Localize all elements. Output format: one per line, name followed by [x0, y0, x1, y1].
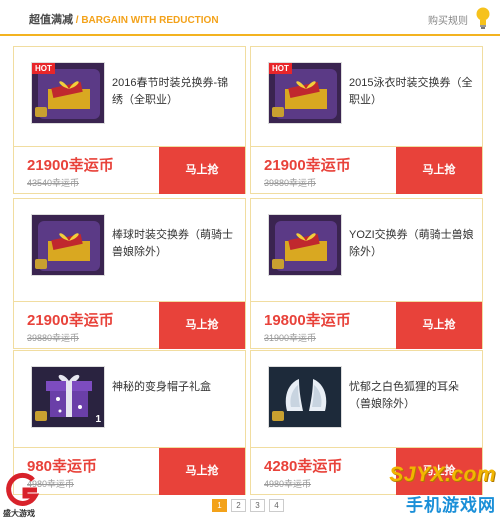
product-card: 棒球时装交换券（萌骑士兽娘除外） 21900幸运币 39880幸运币 马上抢: [13, 198, 246, 349]
fox-ears-icon: [269, 367, 341, 427]
section-subtitle: / BARGAIN WITH REDUCTION: [73, 15, 219, 26]
page-3-button[interactable]: 3: [250, 499, 265, 512]
sale-price: 21900幸运币: [27, 312, 114, 329]
hot-badge: HOT: [32, 63, 55, 74]
sale-price: 21900幸运币: [264, 157, 351, 174]
product-name[interactable]: 2016春节时装兑换券-锦绣（全职业）: [112, 75, 237, 109]
buy-now-button[interactable]: 马上抢: [159, 147, 245, 194]
price-bar: 21900幸运币 39880幸运币 马上抢: [14, 301, 245, 349]
buy-now-button[interactable]: 马上抢: [396, 302, 482, 349]
original-price: 39880幸运币: [264, 178, 317, 188]
product-card: HOT 2016春节时装兑换券-锦绣（全职业） 21900幸运币 43540幸运币 马上…: [13, 46, 246, 194]
price-bar: 980幸运币 4980幸运币 马上抢: [14, 447, 245, 495]
watermark-left-text: 盛大游戏: [3, 509, 35, 518]
product-name[interactable]: 2015泳衣时装交换券（全职业）: [349, 75, 474, 109]
item-quantity: 1: [95, 414, 101, 425]
page-1-button[interactable]: 1: [212, 499, 227, 512]
product-card: YOZI交换券（萌骑士兽娘除外） 19800幸运币 31900幸运币 马上抢: [250, 198, 483, 349]
product-card: 1 神秘的变身帽子礼盒 980幸运币 4980幸运币 马上抢: [13, 350, 246, 495]
site-watermark: SJYX.com 手机游戏网: [373, 463, 498, 515]
hot-badge: HOT: [269, 63, 292, 74]
product-name[interactable]: 神秘的变身帽子礼盒: [112, 379, 237, 396]
product-image[interactable]: 1: [31, 366, 105, 428]
section-header: 超值满减 / BARGAIN WITH REDUCTION 购买规则: [0, 0, 500, 36]
watermark-site: SJYX.com: [389, 463, 496, 486]
original-price: 39880幸运币: [27, 333, 80, 343]
product-name[interactable]: 棒球时装交换券（萌骑士兽娘除外）: [112, 227, 237, 261]
price-bar: 19800幸运币 31900幸运币 马上抢: [251, 301, 482, 349]
section-title: 超值满减 / BARGAIN WITH REDUCTION: [29, 11, 219, 27]
sale-price: 21900幸运币: [27, 157, 114, 174]
shanda-logo-icon: [6, 472, 40, 506]
product-image[interactable]: [31, 214, 105, 276]
watermark-slogan: 手机游戏网: [406, 496, 496, 515]
section-title-text: 超值满减: [29, 14, 73, 26]
product-name[interactable]: 忧郁之白色狐狸的耳朵（兽娘除外）: [349, 379, 474, 413]
product-image[interactable]: [268, 214, 342, 276]
product-image[interactable]: [268, 366, 342, 428]
sale-price: 4280幸运币: [264, 458, 343, 475]
original-price: 43540幸运币: [27, 178, 80, 188]
coupon-box-icon: [269, 215, 341, 275]
gift-box-icon: [32, 367, 104, 427]
buy-now-button[interactable]: 马上抢: [159, 302, 245, 349]
price-bar: 21900幸运币 39880幸运币 马上抢: [251, 146, 482, 194]
coupon-box-icon: [32, 215, 104, 275]
original-price: 31900幸运币: [264, 333, 317, 343]
sale-price: 19800幸运币: [264, 312, 351, 329]
product-card: HOT 2015泳衣时装交换券（全职业） 21900幸运币 39880幸运币 马上抢: [250, 46, 483, 194]
buy-now-button[interactable]: 马上抢: [396, 147, 482, 194]
purchase-rules-link[interactable]: 购买规则: [428, 12, 468, 27]
shanda-games-watermark: 盛大游戏: [3, 472, 47, 518]
buy-now-button[interactable]: 马上抢: [159, 448, 245, 495]
pagination: 1 2 3 4: [212, 499, 284, 512]
page-4-button[interactable]: 4: [269, 499, 284, 512]
product-name[interactable]: YOZI交换券（萌骑士兽娘除外）: [349, 227, 474, 261]
lightbulb-icon[interactable]: [474, 6, 492, 30]
price-bar: 21900幸运币 43540幸运币 马上抢: [14, 146, 245, 194]
product-image[interactable]: HOT: [268, 62, 342, 124]
original-price: 4980幸运币: [264, 479, 312, 489]
page-2-button[interactable]: 2: [231, 499, 246, 512]
product-image[interactable]: HOT: [31, 62, 105, 124]
